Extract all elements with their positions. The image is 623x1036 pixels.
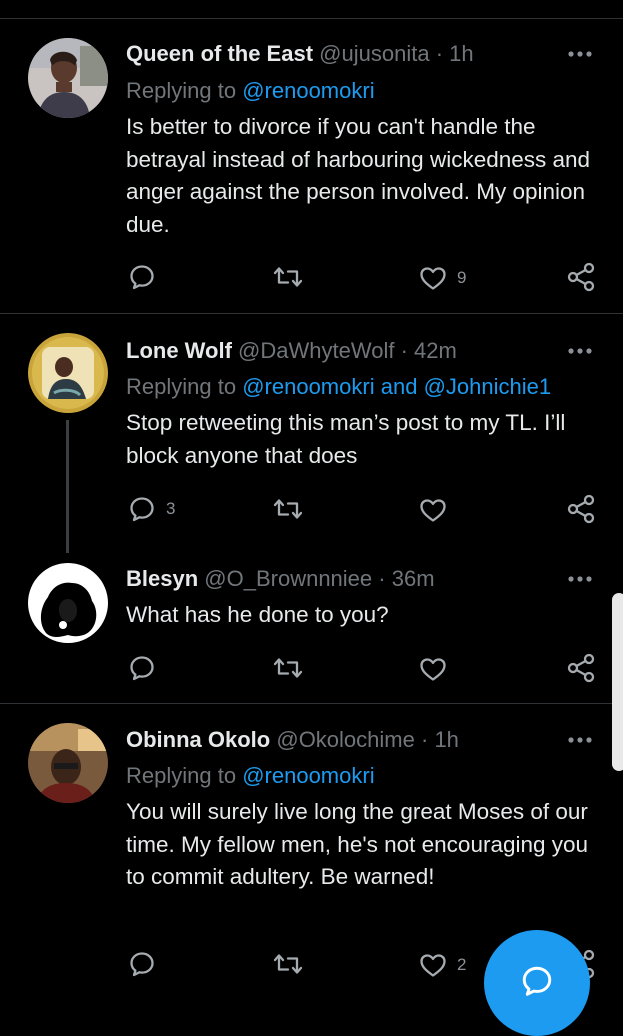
tweet-text: Is better to divorce if you can't handle… bbox=[126, 114, 591, 237]
heart-icon bbox=[419, 656, 447, 682]
replying-to: Replying to @renoomokri bbox=[126, 77, 375, 105]
tweet-divider bbox=[0, 703, 623, 704]
more-options-icon[interactable] bbox=[567, 735, 593, 745]
reply-button[interactable] bbox=[128, 262, 166, 292]
share-button[interactable] bbox=[566, 494, 596, 524]
like-count: 2 bbox=[457, 955, 467, 974]
retweet-button[interactable] bbox=[273, 494, 313, 524]
display-name[interactable]: Queen of the East bbox=[126, 41, 313, 66]
mention-link[interactable]: @renoomokri bbox=[242, 374, 374, 399]
top-divider bbox=[0, 18, 623, 19]
more-options-icon[interactable] bbox=[567, 574, 593, 584]
like-button[interactable]: 2 bbox=[419, 950, 466, 980]
replying-to: Replying to @renoomokri bbox=[126, 762, 375, 790]
avatar[interactable] bbox=[28, 723, 108, 803]
heart-icon bbox=[419, 265, 447, 291]
display-name[interactable]: Lone Wolf bbox=[126, 338, 232, 363]
replying-to-label: Replying to bbox=[126, 374, 237, 399]
share-icon bbox=[566, 653, 596, 683]
like-button[interactable] bbox=[419, 495, 457, 525]
compose-button[interactable] bbox=[484, 930, 590, 1036]
like-button[interactable] bbox=[419, 654, 457, 684]
replying-to: Replying to @renoomokri and @Johnichie1 bbox=[126, 373, 551, 401]
separator: · bbox=[435, 41, 444, 66]
share-button[interactable] bbox=[566, 262, 596, 292]
heart-icon bbox=[419, 952, 447, 978]
timestamp[interactable]: 36m bbox=[392, 566, 435, 591]
user-handle[interactable]: @ujusonita bbox=[319, 41, 429, 66]
display-name[interactable]: Obinna Okolo bbox=[126, 727, 270, 752]
retweet-icon bbox=[273, 495, 303, 523]
tweet-header: Queen of the East @ujusonita · 1h bbox=[126, 40, 573, 68]
avatar[interactable] bbox=[28, 563, 108, 643]
share-icon bbox=[566, 262, 596, 292]
tweet-text: Stop retweeting this man’s post to my TL… bbox=[126, 410, 566, 468]
timestamp[interactable]: 42m bbox=[414, 338, 457, 363]
tweet-divider bbox=[0, 313, 623, 314]
share-icon bbox=[566, 494, 596, 524]
reply-count: 3 bbox=[166, 499, 176, 518]
retweet-button[interactable] bbox=[273, 949, 313, 979]
reply-button[interactable] bbox=[128, 653, 166, 683]
scrollbar-handle[interactable] bbox=[612, 593, 623, 771]
user-handle[interactable]: @Okolochime bbox=[276, 727, 415, 752]
avatar[interactable] bbox=[28, 38, 108, 118]
like-count: 9 bbox=[457, 268, 467, 287]
retweet-icon bbox=[273, 950, 303, 978]
retweet-icon bbox=[273, 263, 303, 291]
timestamp[interactable]: 1h bbox=[449, 41, 473, 66]
reply-icon bbox=[128, 263, 156, 291]
separator: · bbox=[378, 566, 386, 591]
tweet-text: You will surely live long the great Mose… bbox=[126, 799, 589, 889]
reply-button[interactable] bbox=[128, 949, 166, 979]
like-button[interactable]: 9 bbox=[419, 263, 466, 293]
mention-link[interactable]: @renoomokri bbox=[242, 763, 374, 788]
more-options-icon[interactable] bbox=[567, 346, 593, 356]
retweet-icon bbox=[273, 654, 303, 682]
tweet-text: What has he done to you? bbox=[126, 602, 389, 627]
mention-and: and bbox=[380, 374, 418, 399]
timestamp[interactable]: 1h bbox=[434, 727, 458, 752]
more-options-icon[interactable] bbox=[567, 49, 593, 59]
avatar[interactable] bbox=[28, 333, 108, 413]
replying-to-label: Replying to bbox=[126, 78, 237, 103]
retweet-button[interactable] bbox=[273, 653, 313, 683]
display-name[interactable]: Blesyn bbox=[126, 566, 198, 591]
share-button[interactable] bbox=[566, 653, 596, 683]
tweet-header: Obinna Okolo @Okolochime · 1h bbox=[126, 726, 573, 754]
thread-connector bbox=[66, 420, 69, 553]
reply-icon bbox=[128, 950, 156, 978]
compose-bubble-icon bbox=[522, 966, 552, 996]
mention-link-2[interactable]: @Johnichie1 bbox=[424, 374, 552, 399]
separator: · bbox=[420, 727, 429, 752]
reply-icon bbox=[128, 495, 156, 523]
user-handle[interactable]: @O_Brownnniee bbox=[204, 566, 372, 591]
tweet-header: Lone Wolf @DaWhyteWolf · 42m bbox=[126, 337, 573, 365]
mention-link[interactable]: @renoomokri bbox=[242, 78, 374, 103]
replying-to-label: Replying to bbox=[126, 763, 237, 788]
separator: · bbox=[400, 338, 408, 363]
user-handle[interactable]: @DaWhyteWolf bbox=[238, 338, 394, 363]
reply-button[interactable]: 3 bbox=[128, 494, 175, 524]
retweet-button[interactable] bbox=[273, 262, 313, 292]
reply-icon bbox=[128, 654, 156, 682]
tweet-header: Blesyn @O_Brownnniee · 36m bbox=[126, 565, 573, 593]
heart-icon bbox=[419, 497, 447, 523]
